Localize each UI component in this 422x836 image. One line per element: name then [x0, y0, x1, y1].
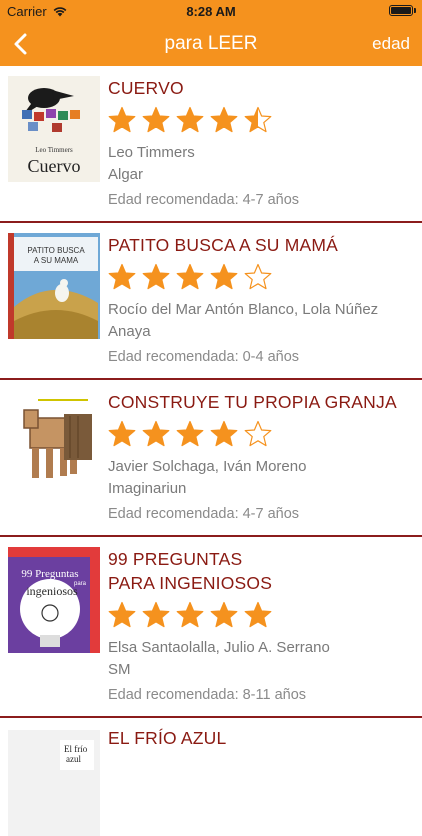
status-bar: Carrier 8:28 AM: [0, 0, 422, 22]
book-title: EL FRÍO AZUL: [108, 728, 227, 748]
star-filled-icon: [210, 420, 238, 447]
star-filled-icon: [142, 106, 170, 133]
star-half-icon: [244, 106, 272, 133]
rating-stars: [108, 601, 414, 629]
star-filled-icon: [210, 263, 238, 290]
star-filled-icon: [176, 601, 204, 628]
star-filled-icon: [142, 601, 170, 628]
book-info: EL FRÍO AZUL: [108, 726, 414, 750]
star-filled-icon: [176, 420, 204, 447]
star-filled-icon: [210, 106, 238, 133]
book-info: CONSTRUYE TU PROPIA GRANJA Javier Solcha…: [108, 390, 414, 530]
star-empty-icon: [244, 420, 272, 447]
cover-title-line2: A SU MAMA: [34, 256, 79, 265]
cover-title-text: Cuervo: [28, 156, 81, 176]
book-author: Leo Timmers: [108, 144, 195, 161]
book-author: Rocío del Mar Antón Blanco, Lola Núñez: [108, 301, 379, 318]
rating-stars: [108, 106, 414, 134]
rating-stars: [108, 263, 414, 291]
book-cover-99-preguntas: 99 Preguntas para ingeniosos: [8, 547, 100, 653]
book-info: CUERVO Leo Timmers Algar Edad recomendad…: [108, 76, 414, 216]
book-cover-granja: [8, 390, 100, 496]
recommended-age: Edad recomendada: 4-7 años: [108, 506, 300, 522]
star-empty-icon: [244, 263, 272, 290]
book-row-granja[interactable]: CONSTRUYE TU PROPIA GRANJA Javier Solcha…: [0, 380, 422, 537]
book-publisher: Anaya: [108, 323, 151, 340]
star-filled-icon: [108, 601, 136, 628]
star-filled-icon: [108, 106, 136, 133]
book-cover-cuervo: Leo Timmers Cuervo: [8, 76, 100, 182]
cover-title-line3: ingeniosos: [26, 584, 78, 598]
star-filled-icon: [142, 420, 170, 447]
cover-title-line1: El frío: [64, 744, 88, 754]
book-cover-patito: PATITO BUSCA A SU MAMA: [8, 233, 100, 339]
star-filled-icon: [142, 263, 170, 290]
age-filter-button[interactable]: edad: [372, 34, 410, 54]
book-title: CUERVO: [108, 78, 184, 98]
rating-stars: [108, 420, 414, 448]
book-cover-el-frio-azul: El frío azul: [8, 730, 100, 836]
cover-title-line1: 99 Preguntas: [21, 568, 78, 580]
recommended-age: Edad recomendada: 0-4 años: [108, 349, 300, 365]
page-title: para LEER: [164, 33, 258, 54]
star-filled-icon: [176, 106, 204, 133]
book-row-patito[interactable]: PATITO BUSCA A SU MAMA PATITO BUSCA A SU…: [0, 223, 422, 380]
battery-icon: [389, 5, 416, 16]
book-title: CONSTRUYE TU PROPIA GRANJA: [108, 392, 397, 412]
book-title-line-1: 99 PREGUNTAS: [108, 549, 243, 569]
book-publisher: Algar: [108, 166, 144, 183]
book-author: Elsa Santaolalla, Julio A. Serrano: [108, 639, 330, 656]
book-publisher: Imaginariun: [108, 480, 187, 497]
star-filled-icon: [210, 601, 238, 628]
top-bar: Carrier 8:28 AM para LEER edad: [0, 0, 422, 66]
cover-author-text: Leo Timmers: [35, 146, 73, 154]
star-filled-icon: [176, 263, 204, 290]
book-title-line-2: PARA INGENIOSOS: [108, 573, 273, 593]
book-info: 99 PREGUNTAS PARA INGENIOSOS Elsa Santao…: [108, 547, 414, 711]
recommended-age: Edad recomendada: 4-7 años: [108, 192, 300, 208]
recommended-age: Edad recomendada: 8-11 años: [108, 687, 307, 703]
cover-title-line2: azul: [66, 754, 81, 764]
book-row-el-frio-azul[interactable]: El frío azul EL FRÍO AZUL: [0, 718, 422, 836]
book-author: Javier Solchaga, Iván Moreno: [108, 458, 307, 475]
star-filled-icon: [108, 420, 136, 447]
status-time: 8:28 AM: [186, 4, 236, 19]
star-filled-icon: [108, 263, 136, 290]
book-row-99-preguntas[interactable]: 99 Preguntas para ingeniosos 99 PREGUNTA…: [0, 537, 422, 718]
book-publisher: SM: [108, 661, 131, 678]
book-row-cuervo[interactable]: Leo Timmers Cuervo CUERVO Leo Timmers Al…: [0, 66, 422, 223]
book-info: PATITO BUSCA A SU MAMÁ Rocío del Mar Ant…: [108, 233, 414, 373]
cover-title-line1: PATITO BUSCA: [27, 246, 85, 255]
star-filled-icon: [244, 601, 272, 628]
book-title: PATITO BUSCA A SU MAMÁ: [108, 235, 339, 255]
navigation-bar: para LEER edad: [0, 22, 422, 66]
